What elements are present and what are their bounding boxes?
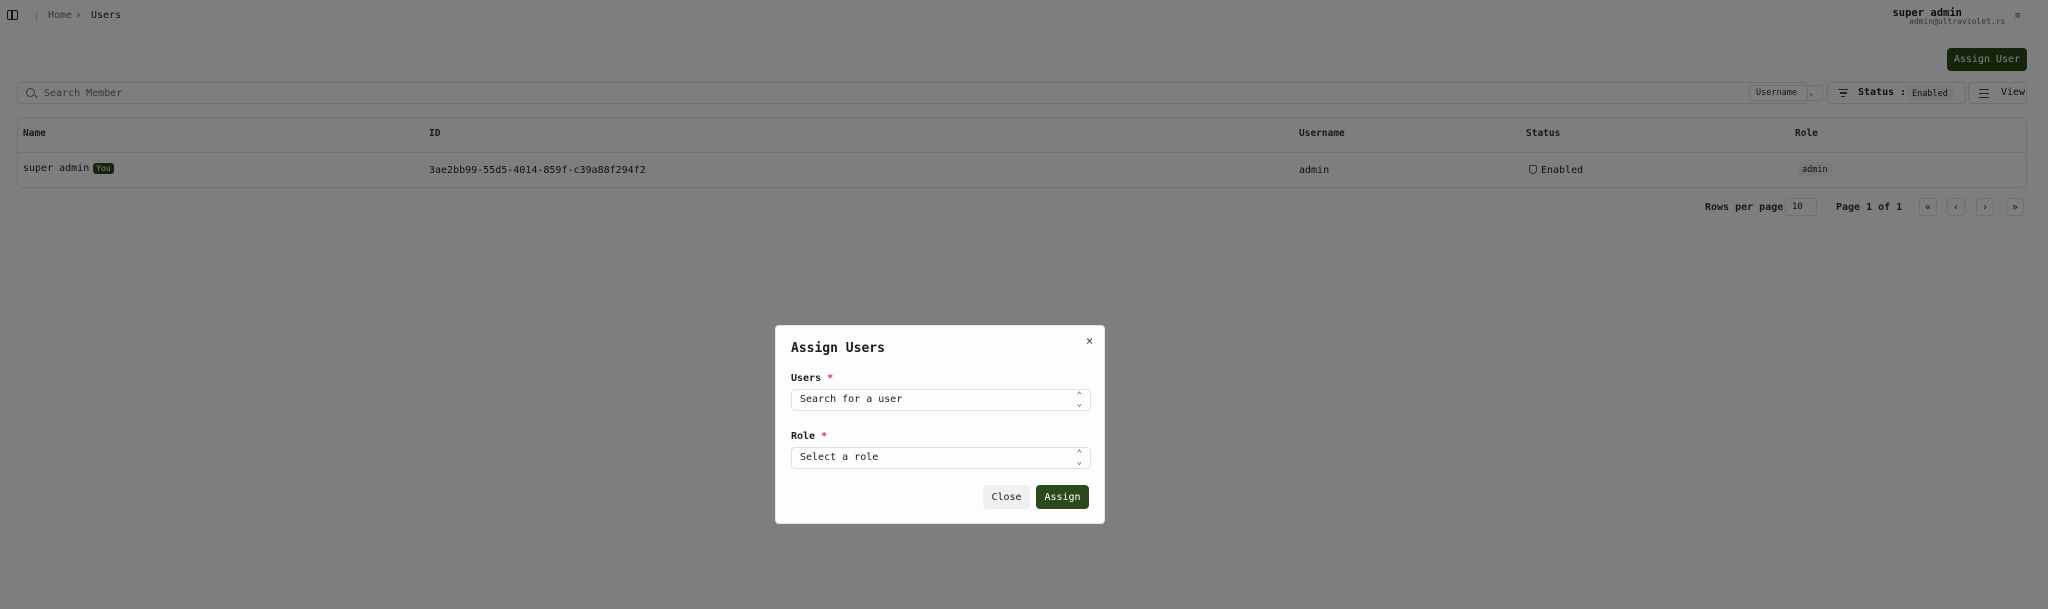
users-label-text: Users [791,373,822,384]
required-mark: * [827,373,834,384]
users-select[interactable]: Search for a user ⌃ ⌄ [791,389,1091,411]
role-select-placeholder: Select a role [800,452,879,463]
chevron-up-down-icon: ⌃ ⌄ [1076,391,1082,409]
chevron-up-down-icon: ⌃ ⌄ [1076,449,1082,467]
assign-users-dialog: Assign Users × Users * Search for a user… [775,325,1105,524]
close-button[interactable]: Close [983,485,1030,509]
role-select[interactable]: Select a role ⌃ ⌄ [791,447,1091,469]
required-mark: * [821,431,828,442]
users-label: Users * [791,373,833,384]
assign-button[interactable]: Assign [1036,485,1089,509]
close-icon[interactable]: × [1086,334,1093,348]
role-label: Role * [791,431,827,442]
users-select-placeholder: Search for a user [800,394,903,405]
role-label-text: Role [791,431,816,442]
dialog-title: Assign Users [791,341,885,356]
